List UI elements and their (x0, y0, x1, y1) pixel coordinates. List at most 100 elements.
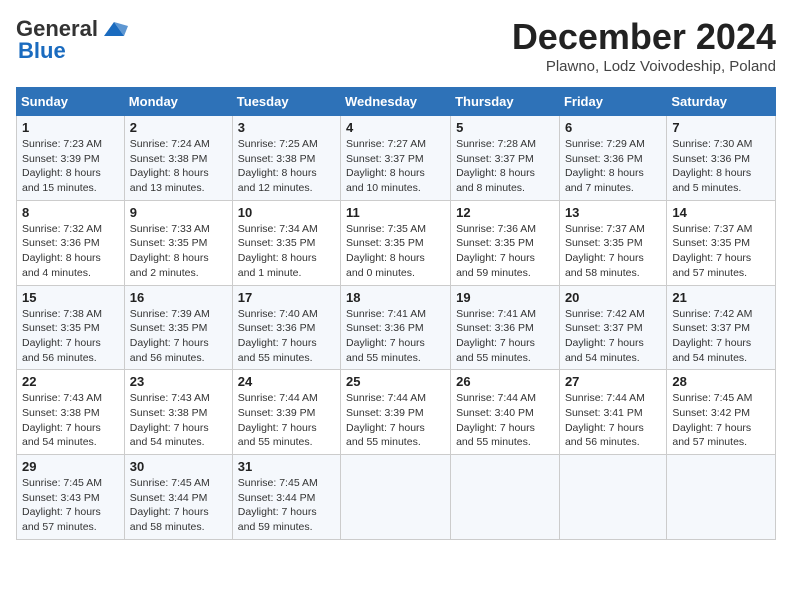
day-info: Sunrise: 7:44 AM Sunset: 3:40 PM Dayligh… (456, 391, 554, 450)
day-number: 28 (672, 374, 770, 389)
calendar-cell: 7 Sunrise: 7:30 AM Sunset: 3:36 PM Dayli… (667, 116, 776, 201)
day-info: Sunrise: 7:44 AM Sunset: 3:39 PM Dayligh… (346, 391, 445, 450)
calendar-cell: 9 Sunrise: 7:33 AM Sunset: 3:35 PM Dayli… (124, 200, 232, 285)
page-header: General Blue December 2024 Plawno, Lodz … (16, 16, 776, 75)
calendar-cell: 27 Sunrise: 7:44 AM Sunset: 3:41 PM Dayl… (559, 370, 666, 455)
day-info: Sunrise: 7:40 AM Sunset: 3:36 PM Dayligh… (238, 307, 335, 366)
calendar-cell (451, 455, 560, 540)
title-block: December 2024 Plawno, Lodz Voivodeship, … (512, 16, 776, 75)
day-number: 5 (456, 120, 554, 135)
day-number: 21 (672, 290, 770, 305)
calendar-cell: 29 Sunrise: 7:45 AM Sunset: 3:43 PM Dayl… (17, 455, 125, 540)
logo: General Blue (16, 16, 128, 64)
calendar-cell: 14 Sunrise: 7:37 AM Sunset: 3:35 PM Dayl… (667, 200, 776, 285)
calendar-cell: 2 Sunrise: 7:24 AM Sunset: 3:38 PM Dayli… (124, 116, 232, 201)
calendar-cell: 16 Sunrise: 7:39 AM Sunset: 3:35 PM Dayl… (124, 285, 232, 370)
day-info: Sunrise: 7:43 AM Sunset: 3:38 PM Dayligh… (22, 391, 119, 450)
calendar-cell: 6 Sunrise: 7:29 AM Sunset: 3:36 PM Dayli… (559, 116, 666, 201)
day-info: Sunrise: 7:28 AM Sunset: 3:37 PM Dayligh… (456, 137, 554, 196)
calendar-cell: 28 Sunrise: 7:45 AM Sunset: 3:42 PM Dayl… (667, 370, 776, 455)
month-title: December 2024 (512, 16, 776, 58)
day-number: 12 (456, 205, 554, 220)
calendar-cell: 10 Sunrise: 7:34 AM Sunset: 3:35 PM Dayl… (232, 200, 340, 285)
day-number: 22 (22, 374, 119, 389)
day-info: Sunrise: 7:37 AM Sunset: 3:35 PM Dayligh… (565, 222, 661, 281)
calendar-cell: 8 Sunrise: 7:32 AM Sunset: 3:36 PM Dayli… (17, 200, 125, 285)
calendar-cell: 4 Sunrise: 7:27 AM Sunset: 3:37 PM Dayli… (341, 116, 451, 201)
day-info: Sunrise: 7:30 AM Sunset: 3:36 PM Dayligh… (672, 137, 770, 196)
day-info: Sunrise: 7:44 AM Sunset: 3:41 PM Dayligh… (565, 391, 661, 450)
day-number: 3 (238, 120, 335, 135)
calendar-header-row: SundayMondayTuesdayWednesdayThursdayFrid… (17, 88, 776, 116)
day-info: Sunrise: 7:45 AM Sunset: 3:44 PM Dayligh… (130, 476, 227, 535)
day-number: 29 (22, 459, 119, 474)
day-number: 24 (238, 374, 335, 389)
calendar-week-row: 8 Sunrise: 7:32 AM Sunset: 3:36 PM Dayli… (17, 200, 776, 285)
calendar-cell (667, 455, 776, 540)
day-info: Sunrise: 7:45 AM Sunset: 3:43 PM Dayligh… (22, 476, 119, 535)
day-info: Sunrise: 7:41 AM Sunset: 3:36 PM Dayligh… (346, 307, 445, 366)
calendar-cell: 21 Sunrise: 7:42 AM Sunset: 3:37 PM Dayl… (667, 285, 776, 370)
day-number: 30 (130, 459, 227, 474)
calendar-cell: 18 Sunrise: 7:41 AM Sunset: 3:36 PM Dayl… (341, 285, 451, 370)
calendar-cell: 22 Sunrise: 7:43 AM Sunset: 3:38 PM Dayl… (17, 370, 125, 455)
day-number: 10 (238, 205, 335, 220)
day-number: 18 (346, 290, 445, 305)
day-info: Sunrise: 7:36 AM Sunset: 3:35 PM Dayligh… (456, 222, 554, 281)
day-info: Sunrise: 7:23 AM Sunset: 3:39 PM Dayligh… (22, 137, 119, 196)
calendar-cell: 15 Sunrise: 7:38 AM Sunset: 3:35 PM Dayl… (17, 285, 125, 370)
calendar-cell: 17 Sunrise: 7:40 AM Sunset: 3:36 PM Dayl… (232, 285, 340, 370)
calendar-cell: 26 Sunrise: 7:44 AM Sunset: 3:40 PM Dayl… (451, 370, 560, 455)
day-number: 7 (672, 120, 770, 135)
day-info: Sunrise: 7:35 AM Sunset: 3:35 PM Dayligh… (346, 222, 445, 281)
calendar-cell: 5 Sunrise: 7:28 AM Sunset: 3:37 PM Dayli… (451, 116, 560, 201)
day-number: 17 (238, 290, 335, 305)
day-info: Sunrise: 7:42 AM Sunset: 3:37 PM Dayligh… (672, 307, 770, 366)
calendar-cell: 30 Sunrise: 7:45 AM Sunset: 3:44 PM Dayl… (124, 455, 232, 540)
day-number: 6 (565, 120, 661, 135)
day-number: 27 (565, 374, 661, 389)
location-text: Plawno, Lodz Voivodeship, Poland (512, 58, 776, 75)
day-info: Sunrise: 7:41 AM Sunset: 3:36 PM Dayligh… (456, 307, 554, 366)
day-number: 20 (565, 290, 661, 305)
calendar-cell: 25 Sunrise: 7:44 AM Sunset: 3:39 PM Dayl… (341, 370, 451, 455)
day-info: Sunrise: 7:33 AM Sunset: 3:35 PM Dayligh… (130, 222, 227, 281)
day-header-tuesday: Tuesday (232, 88, 340, 116)
calendar-cell: 3 Sunrise: 7:25 AM Sunset: 3:38 PM Dayli… (232, 116, 340, 201)
day-info: Sunrise: 7:37 AM Sunset: 3:35 PM Dayligh… (672, 222, 770, 281)
calendar-cell: 24 Sunrise: 7:44 AM Sunset: 3:39 PM Dayl… (232, 370, 340, 455)
calendar-cell: 11 Sunrise: 7:35 AM Sunset: 3:35 PM Dayl… (341, 200, 451, 285)
day-number: 15 (22, 290, 119, 305)
day-info: Sunrise: 7:38 AM Sunset: 3:35 PM Dayligh… (22, 307, 119, 366)
day-info: Sunrise: 7:34 AM Sunset: 3:35 PM Dayligh… (238, 222, 335, 281)
day-number: 31 (238, 459, 335, 474)
day-header-saturday: Saturday (667, 88, 776, 116)
day-header-sunday: Sunday (17, 88, 125, 116)
day-info: Sunrise: 7:44 AM Sunset: 3:39 PM Dayligh… (238, 391, 335, 450)
day-number: 23 (130, 374, 227, 389)
day-number: 25 (346, 374, 445, 389)
day-info: Sunrise: 7:42 AM Sunset: 3:37 PM Dayligh… (565, 307, 661, 366)
calendar-week-row: 1 Sunrise: 7:23 AM Sunset: 3:39 PM Dayli… (17, 116, 776, 201)
day-header-wednesday: Wednesday (341, 88, 451, 116)
day-info: Sunrise: 7:43 AM Sunset: 3:38 PM Dayligh… (130, 391, 227, 450)
day-number: 8 (22, 205, 119, 220)
day-header-monday: Monday (124, 88, 232, 116)
day-header-friday: Friday (559, 88, 666, 116)
day-number: 11 (346, 205, 445, 220)
calendar-cell: 19 Sunrise: 7:41 AM Sunset: 3:36 PM Dayl… (451, 285, 560, 370)
day-number: 26 (456, 374, 554, 389)
calendar-table: SundayMondayTuesdayWednesdayThursdayFrid… (16, 87, 776, 540)
calendar-cell: 23 Sunrise: 7:43 AM Sunset: 3:38 PM Dayl… (124, 370, 232, 455)
day-info: Sunrise: 7:24 AM Sunset: 3:38 PM Dayligh… (130, 137, 227, 196)
day-info: Sunrise: 7:39 AM Sunset: 3:35 PM Dayligh… (130, 307, 227, 366)
logo-blue-text: Blue (18, 38, 66, 64)
day-info: Sunrise: 7:45 AM Sunset: 3:44 PM Dayligh… (238, 476, 335, 535)
day-info: Sunrise: 7:27 AM Sunset: 3:37 PM Dayligh… (346, 137, 445, 196)
calendar-cell: 31 Sunrise: 7:45 AM Sunset: 3:44 PM Dayl… (232, 455, 340, 540)
day-info: Sunrise: 7:32 AM Sunset: 3:36 PM Dayligh… (22, 222, 119, 281)
day-number: 4 (346, 120, 445, 135)
calendar-week-row: 15 Sunrise: 7:38 AM Sunset: 3:35 PM Dayl… (17, 285, 776, 370)
day-number: 16 (130, 290, 227, 305)
calendar-cell (341, 455, 451, 540)
